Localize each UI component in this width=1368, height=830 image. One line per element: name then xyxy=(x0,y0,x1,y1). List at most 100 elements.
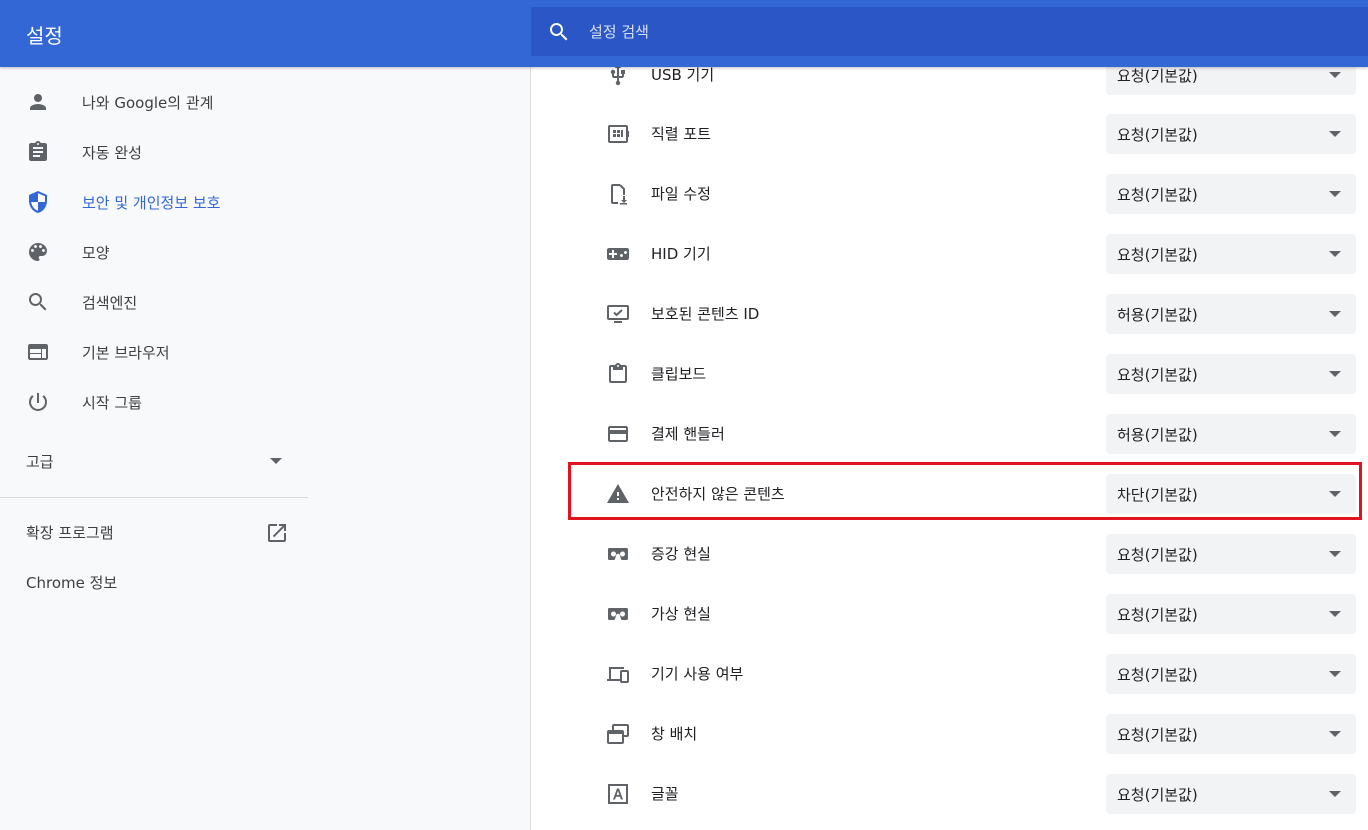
permission-row-window-placement[interactable]: 창 배치 요청(기본값) xyxy=(531,704,1368,764)
sidebar-item-label: 모양 xyxy=(82,243,110,262)
sidebar-item-you-and-google[interactable]: 나와 Google의 관계 xyxy=(0,80,308,124)
sidebar-item-appearance[interactable]: 모양 xyxy=(0,230,308,274)
chevron-down-icon xyxy=(270,458,282,464)
app-header: 설정 xyxy=(0,0,1368,67)
sidebar-item-autofill[interactable]: 자동 완성 xyxy=(0,130,308,174)
permission-label: 기기 사용 여부 xyxy=(651,665,744,683)
dropdown-arrow-icon xyxy=(1329,491,1341,497)
permission-select[interactable]: 요청(기본값) xyxy=(1106,774,1356,814)
permission-value: 요청(기본값) xyxy=(1117,546,1198,564)
search-bar[interactable] xyxy=(531,7,1368,56)
sidebar: 나와 Google의 관계 자동 완성 보안 및 개인정보 보호 모양 검색엔진… xyxy=(0,67,308,830)
usb-icon xyxy=(606,67,630,87)
sidebar-item-label: 검색엔진 xyxy=(82,293,138,312)
clipboard-icon xyxy=(26,140,50,164)
sidebar-divider xyxy=(0,497,308,498)
permission-value: 요청(기본값) xyxy=(1117,366,1198,384)
permission-label: 보호된 콘텐츠 ID xyxy=(651,305,760,323)
search-input[interactable] xyxy=(589,7,1349,56)
permission-row-file-editing[interactable]: 파일 수정 요청(기본값) xyxy=(531,164,1368,224)
permission-label: USB 기기 xyxy=(651,67,715,84)
permission-value: 요청(기본값) xyxy=(1117,606,1198,624)
permission-row-clipboard[interactable]: 클립보드 요청(기본값) xyxy=(531,344,1368,404)
browser-window-icon xyxy=(26,340,50,364)
permission-select[interactable]: 허용(기본값) xyxy=(1106,294,1356,334)
permission-label: 파일 수정 xyxy=(651,185,711,203)
permission-row-hid-devices[interactable]: HID 기기 요청(기본값) xyxy=(531,224,1368,284)
serial-port-icon xyxy=(606,122,630,146)
window-placement-icon xyxy=(606,722,630,746)
about-chrome-link[interactable]: Chrome 정보 xyxy=(26,572,117,593)
permission-select[interactable]: 요청(기본값) xyxy=(1106,654,1356,694)
permission-select[interactable]: 요청(기본값) xyxy=(1106,714,1356,754)
permission-row-fonts[interactable]: 글꼴 요청(기본값) xyxy=(531,764,1368,824)
advanced-label: 고급 xyxy=(26,453,54,471)
sidebar-item-search-engine[interactable]: 검색엔진 xyxy=(0,280,308,324)
permission-value: 요청(기본값) xyxy=(1117,186,1198,204)
sidebar-item-on-startup[interactable]: 시작 그룹 xyxy=(0,380,308,424)
permission-value: 차단(기본값) xyxy=(1117,486,1198,504)
permission-value: 허용(기본값) xyxy=(1117,306,1198,324)
dropdown-arrow-icon xyxy=(1329,791,1341,797)
palette-icon xyxy=(26,240,50,264)
sidebar-item-default-browser[interactable]: 기본 브라우저 xyxy=(0,330,308,374)
permission-row-virtual-reality[interactable]: 가상 현실 요청(기본값) xyxy=(531,584,1368,644)
permission-value: 요청(기본값) xyxy=(1117,786,1198,804)
permission-row-payment-handlers[interactable]: 결제 핸들러 허용(기본값) xyxy=(531,404,1368,464)
dropdown-arrow-icon xyxy=(1329,131,1341,137)
sidebar-item-label: 나와 Google의 관계 xyxy=(82,93,214,112)
permission-select[interactable]: 차단(기본값) xyxy=(1106,474,1356,514)
sidebar-item-label: 기본 브라우저 xyxy=(82,343,170,362)
search-icon xyxy=(26,290,50,314)
permission-value: 요청(기본값) xyxy=(1117,67,1198,85)
power-icon xyxy=(26,390,50,414)
dropdown-arrow-icon xyxy=(1329,311,1341,317)
permission-label: 직렬 포트 xyxy=(651,125,711,143)
open-in-new-icon[interactable] xyxy=(265,521,289,545)
font-icon xyxy=(606,782,630,806)
dropdown-arrow-icon xyxy=(1329,191,1341,197)
protected-content-icon xyxy=(606,302,630,326)
sidebar-item-label: 보안 및 개인정보 보호 xyxy=(82,193,221,212)
permission-row-serial-ports[interactable]: 직렬 포트 요청(기본값) xyxy=(531,104,1368,164)
permission-select[interactable]: 요청(기본값) xyxy=(1106,234,1356,274)
warning-icon xyxy=(606,482,630,506)
permission-select[interactable]: 요청(기본값) xyxy=(1106,174,1356,214)
permission-row-augmented-reality[interactable]: 증강 현실 요청(기본값) xyxy=(531,524,1368,584)
permission-row-insecure-content[interactable]: 안전하지 않은 콘텐츠 차단(기본값) xyxy=(531,464,1368,524)
devices-icon xyxy=(606,662,630,686)
permission-value: 요청(기본값) xyxy=(1117,246,1198,264)
permission-label: HID 기기 xyxy=(651,245,711,263)
permission-row-protected-content[interactable]: 보호된 콘텐츠 ID 허용(기본값) xyxy=(531,284,1368,344)
sidebar-item-label: 자동 완성 xyxy=(82,143,142,162)
gamepad-icon xyxy=(606,242,630,266)
page-title: 설정 xyxy=(26,24,63,48)
person-icon xyxy=(26,90,50,114)
permission-select[interactable]: 요청(기본값) xyxy=(1106,114,1356,154)
credit-card-icon xyxy=(606,422,630,446)
clipboard-icon xyxy=(606,362,630,386)
permission-label: 창 배치 xyxy=(651,725,698,743)
permission-value: 요청(기본값) xyxy=(1117,726,1198,744)
permission-row-usb[interactable]: USB 기기 요청(기본값) xyxy=(531,67,1368,105)
dropdown-arrow-icon xyxy=(1329,251,1341,257)
extensions-link[interactable]: 확장 프로그램 xyxy=(26,522,114,543)
permission-row-device-use[interactable]: 기기 사용 여부 요청(기본값) xyxy=(531,644,1368,704)
sidebar-item-privacy-security[interactable]: 보안 및 개인정보 보호 xyxy=(0,180,308,224)
permission-label: 글꼴 xyxy=(651,785,679,803)
permission-select[interactable]: 요청(기본값) xyxy=(1106,594,1356,634)
shield-icon xyxy=(26,190,50,214)
permission-select[interactable]: 요청(기본값) xyxy=(1106,534,1356,574)
permission-value: 요청(기본값) xyxy=(1117,126,1198,144)
dropdown-arrow-icon xyxy=(1329,72,1341,78)
permission-select[interactable]: 허용(기본값) xyxy=(1106,414,1356,454)
sidebar-item-label: 시작 그룹 xyxy=(82,393,142,412)
permission-select[interactable]: 요청(기본값) xyxy=(1106,67,1356,95)
dropdown-arrow-icon xyxy=(1329,611,1341,617)
vr-headset-icon xyxy=(606,602,630,626)
permission-select[interactable]: 요청(기본값) xyxy=(1106,354,1356,394)
permission-label: 가상 현실 xyxy=(651,605,711,623)
site-settings-permissions: USB 기기 요청(기본값) 직렬 포트 요청(기본값) 파일 수정 요청(기본… xyxy=(531,67,1368,830)
vr-headset-icon xyxy=(606,542,630,566)
permission-label: 증강 현실 xyxy=(651,545,711,563)
